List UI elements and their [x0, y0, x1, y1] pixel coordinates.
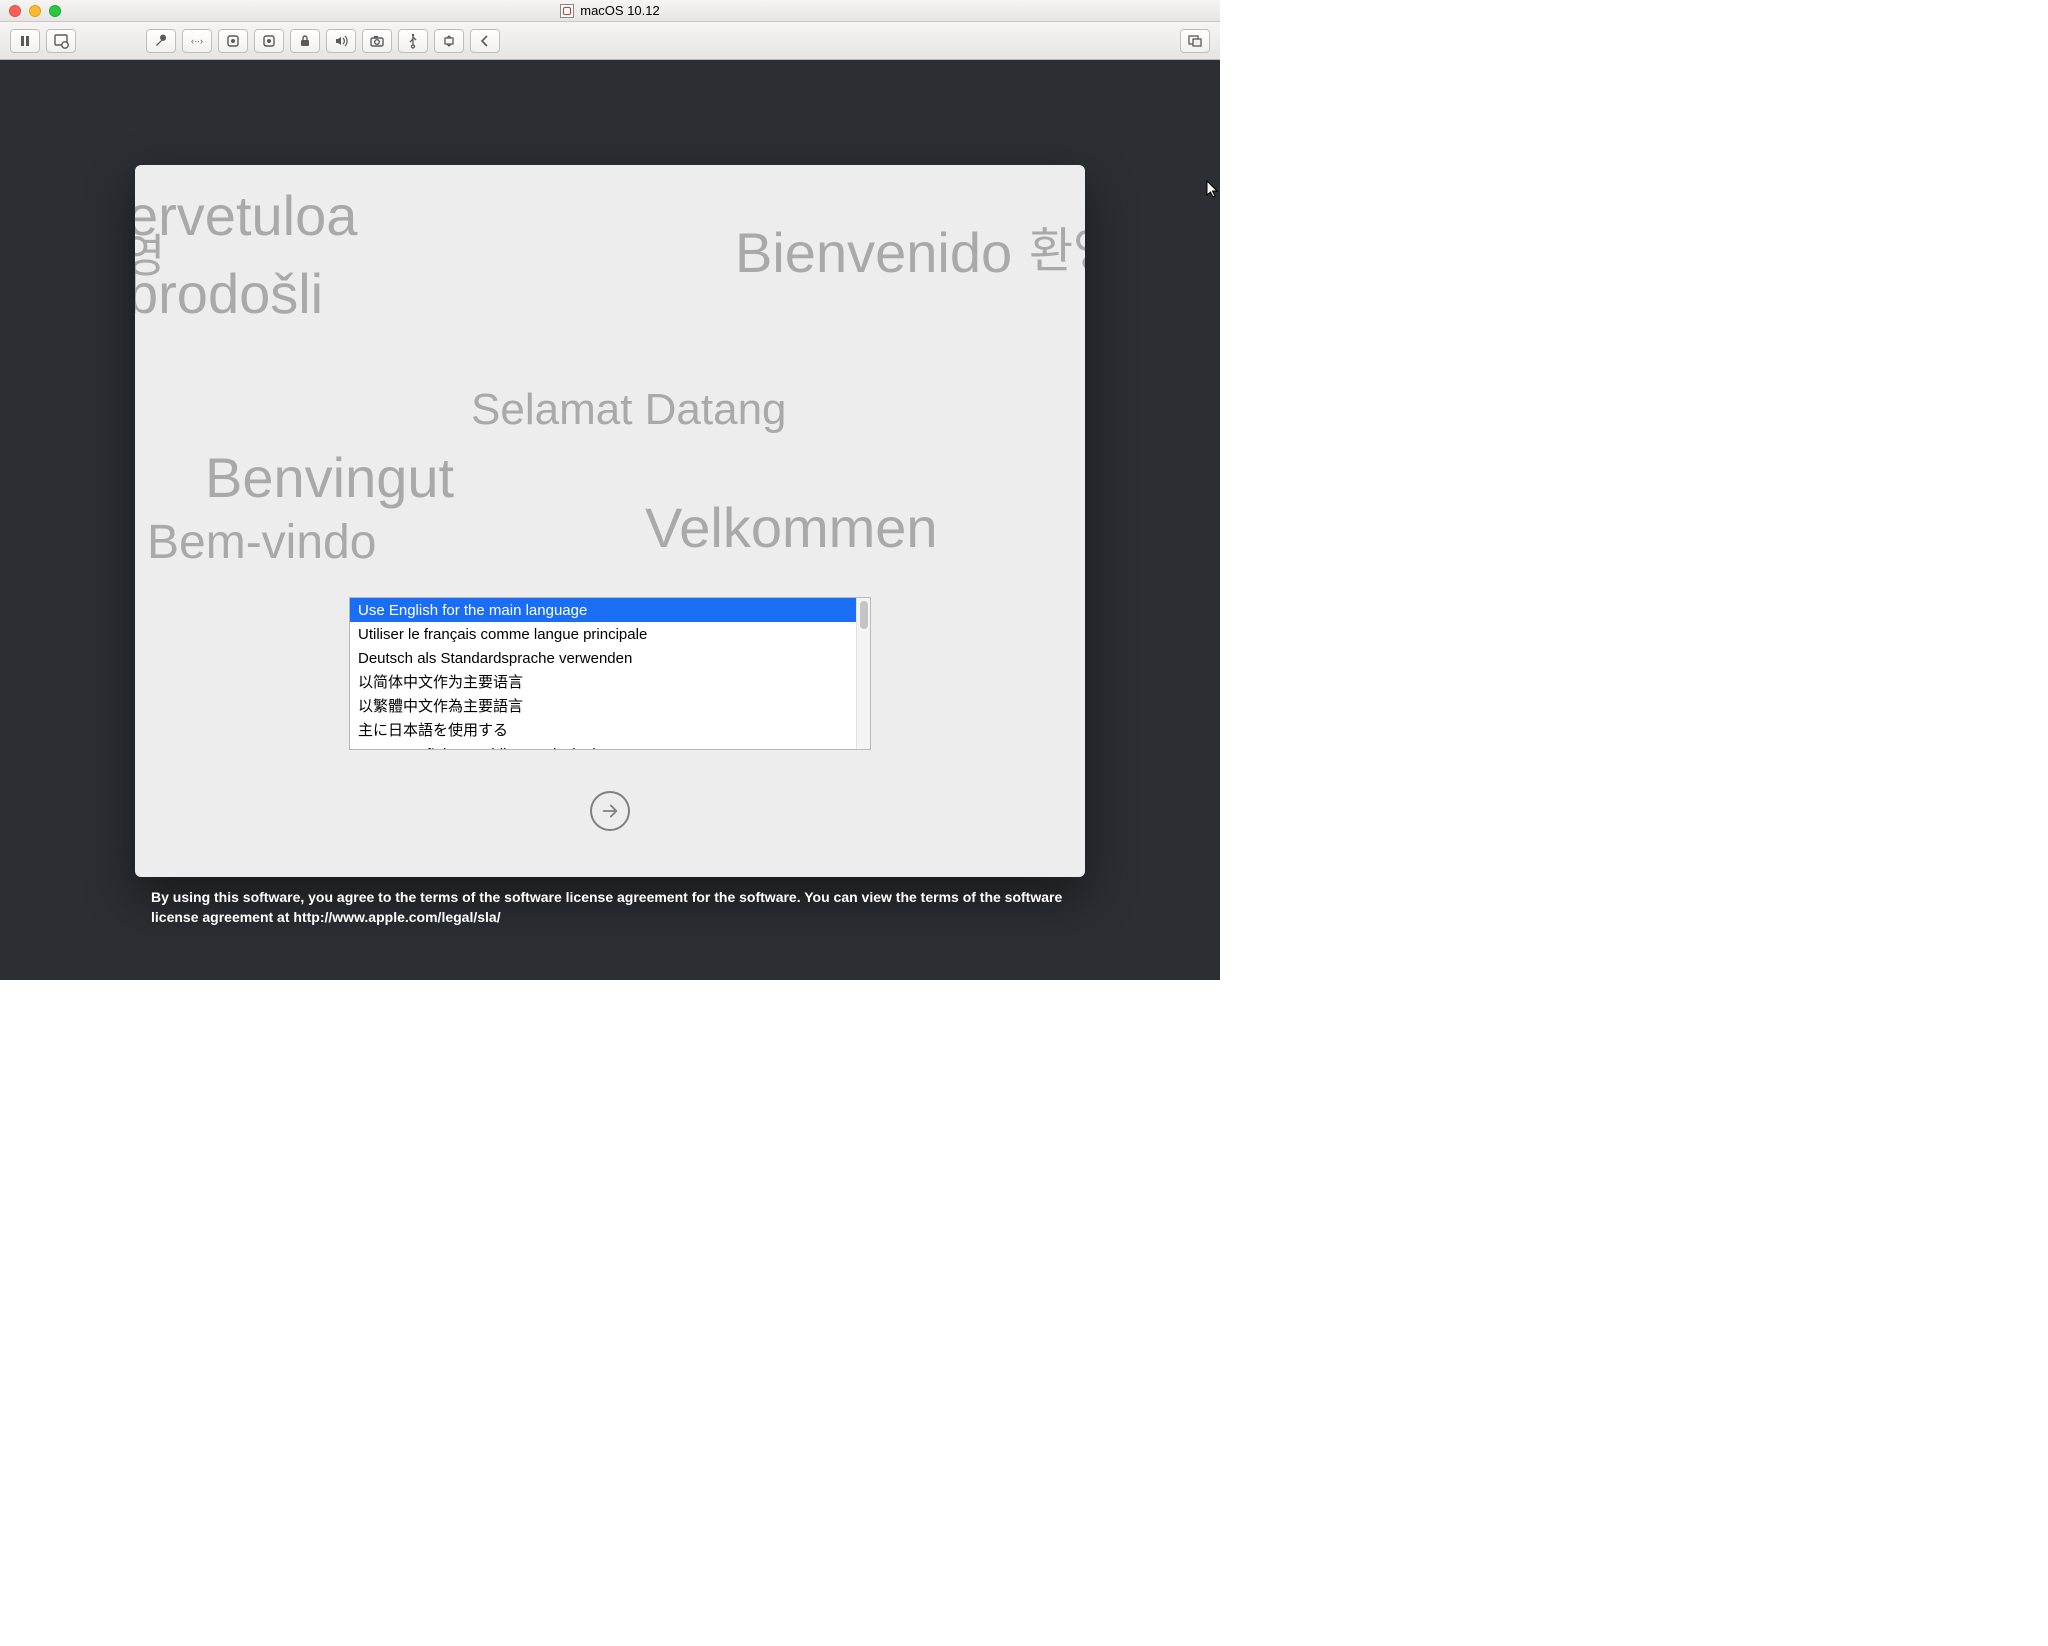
- welcome-word: ervetuloa: [135, 183, 357, 248]
- lock-icon: [297, 33, 313, 49]
- vm-host-window: macOS 10.12 ‹··›: [0, 0, 1220, 980]
- collapse-toolbar-button[interactable]: [470, 29, 500, 53]
- pause-icon: [17, 33, 33, 49]
- vm-document-icon: [560, 4, 574, 18]
- camera-icon: [369, 33, 385, 49]
- pause-button[interactable]: [10, 29, 40, 53]
- welcome-word: Bienvenido: [735, 220, 1012, 285]
- language-option[interactable]: 主に日本語を使用する: [350, 718, 856, 742]
- toolbar: ‹··›: [0, 22, 1220, 60]
- snapshot-button[interactable]: [46, 29, 76, 53]
- language-option[interactable]: Deutsch als Standardsprache verwenden: [350, 646, 856, 670]
- welcome-word: Velkommen: [645, 495, 938, 560]
- window-title: macOS 10.12: [0, 3, 1220, 18]
- welcome-word: Bem-vindo: [147, 515, 376, 570]
- language-option[interactable]: 以简体中文作为主要语言: [350, 670, 856, 694]
- sharing-button[interactable]: [434, 29, 464, 53]
- network-icon: ‹··›: [189, 33, 205, 49]
- sound-button[interactable]: [326, 29, 356, 53]
- welcome-word: Selamat Datang: [471, 385, 787, 435]
- traffic-lights: [9, 5, 61, 17]
- usb-icon: [405, 33, 421, 49]
- settings-button[interactable]: [146, 29, 176, 53]
- language-option[interactable]: 以繁體中文作為主要語言: [350, 694, 856, 718]
- setup-assistant-window: ervetuloa영brodošliBienvenido환영Selamat Da…: [135, 165, 1085, 877]
- language-option[interactable]: Usar español como idioma principal: [350, 742, 856, 749]
- minimize-button[interactable]: [29, 5, 41, 17]
- wrench-icon: [153, 33, 169, 49]
- viewmode-icon: [1187, 33, 1203, 49]
- hdd-icon: [261, 33, 277, 49]
- window-title-text: macOS 10.12: [580, 3, 660, 18]
- language-scrollbar-thumb[interactable]: [860, 601, 868, 629]
- close-button[interactable]: [9, 5, 21, 17]
- view-mode-button[interactable]: [1180, 29, 1210, 53]
- network-button[interactable]: ‹··›: [182, 29, 212, 53]
- guest-screen: ervetuloa영brodošliBienvenido환영Selamat Da…: [0, 60, 1220, 980]
- welcome-word: 환영: [1029, 211, 1085, 281]
- camera-button[interactable]: [362, 29, 392, 53]
- chevron-left-icon: [477, 33, 493, 49]
- encryption-button[interactable]: [290, 29, 320, 53]
- welcome-word: brodošli: [135, 261, 323, 326]
- language-option[interactable]: Use English for the main language: [350, 598, 856, 622]
- arrow-right-icon: [599, 800, 621, 822]
- snapshot-icon: [53, 33, 69, 49]
- license-agreement-text: By using this software, you agree to the…: [151, 887, 1069, 928]
- usb-button[interactable]: [398, 29, 428, 53]
- share-icon: [441, 33, 457, 49]
- hdd1-button[interactable]: [218, 29, 248, 53]
- sound-icon: [333, 33, 349, 49]
- language-list-items: Use English for the main languageUtilise…: [350, 598, 856, 749]
- zoom-button[interactable]: [49, 5, 61, 17]
- continue-button[interactable]: [590, 791, 630, 831]
- hdd2-button[interactable]: [254, 29, 284, 53]
- hdd-icon: [225, 33, 241, 49]
- language-listbox[interactable]: Use English for the main languageUtilise…: [349, 597, 871, 750]
- svg-text:‹··›: ‹··›: [191, 36, 203, 46]
- welcome-word: Benvingut: [205, 445, 454, 510]
- mouse-cursor-icon: [1206, 180, 1220, 200]
- titlebar: macOS 10.12: [0, 0, 1220, 22]
- language-option[interactable]: Utiliser le français comme langue princi…: [350, 622, 856, 646]
- language-scrollbar[interactable]: [856, 598, 870, 749]
